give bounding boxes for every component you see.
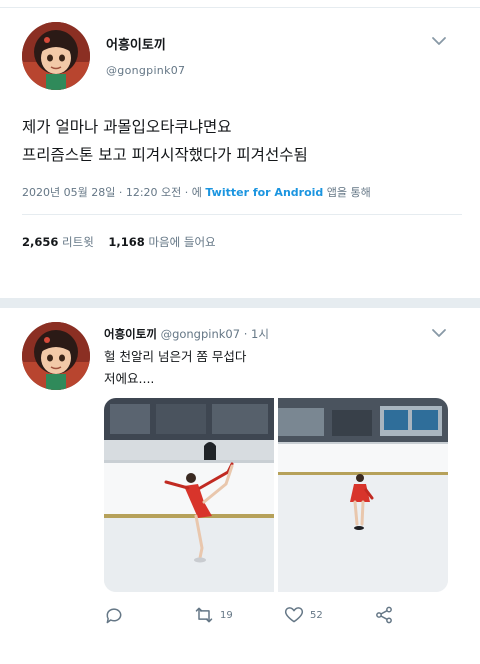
tweet-metadata: 2020년 05월 28일 · 12:20 오전 · 에 Twitter for… — [22, 184, 371, 200]
source-suffix: 앱을 통해 — [323, 186, 371, 199]
like-button[interactable]: 52 — [284, 604, 323, 626]
share-icon — [376, 606, 392, 624]
retweet-label: 리트윗 — [62, 235, 94, 249]
tweet-actions: 19 52 — [104, 604, 448, 628]
tweet-header: 어흥이토끼 @gongpink07 · 1시 — [104, 326, 269, 342]
avatar[interactable] — [22, 322, 90, 390]
tweet-text: 제가 얼마나 과몰입오타쿠냐면요 프리즘스톤 보고 피겨시작했다가 피겨선수됨 — [22, 113, 308, 169]
divider — [22, 214, 462, 215]
retweet-count: 2,656 — [22, 235, 59, 249]
display-name[interactable]: 어흥이토끼 — [106, 34, 166, 53]
tweet-text-line: 헐 천알리 넘은거 쫌 무섭다 — [104, 349, 247, 364]
tweet-text-line: 프리즘스톤 보고 피겨시작했다가 피겨선수됨 — [22, 146, 308, 164]
main-tweet: 어흥이토끼 @gongpink07 제가 얼마나 과몰입오타쿠냐면요 프리즘스톤… — [0, 8, 480, 298]
like-stat[interactable]: 1,168 마음에 들어요 — [108, 235, 215, 249]
reply-button[interactable] — [104, 604, 124, 626]
avatar[interactable] — [22, 22, 90, 90]
media-photo-1[interactable] — [104, 398, 274, 592]
handle-and-time[interactable]: @gongpink07 · 1시 — [161, 327, 269, 341]
tweet-text-line: 저에요.... — [104, 371, 155, 386]
user-handle[interactable]: @gongpink07 — [106, 64, 185, 77]
tweet-separator — [0, 298, 480, 308]
like-count: 52 — [310, 609, 323, 621]
like-label: 마음에 들어요 — [148, 235, 216, 249]
tweet-text: 헐 천알리 넘은거 쫌 무섭다 저에요.... — [104, 346, 246, 390]
retweet-button[interactable]: 19 — [194, 604, 233, 626]
reply-tweet: 어흥이토끼 @gongpink07 · 1시 헐 천알리 넘은거 쫌 무섭다 저… — [0, 308, 480, 664]
heart-icon — [284, 607, 304, 623]
tweet-text-line: 제가 얼마나 과몰입오타쿠냐면요 — [22, 118, 232, 136]
top-strip — [0, 0, 480, 8]
retweet-stat[interactable]: 2,656 리트윗 — [22, 235, 94, 249]
chevron-down-icon[interactable] — [430, 32, 448, 50]
tweet-timestamp[interactable]: 2020년 05월 28일 · 12:20 오전 · 에 — [22, 186, 205, 199]
display-name[interactable]: 어흥이토끼 — [104, 327, 157, 341]
reply-icon — [106, 608, 122, 624]
retweet-icon — [195, 607, 213, 623]
source-link[interactable]: Twitter for Android — [205, 186, 323, 199]
chevron-down-icon[interactable] — [430, 324, 448, 342]
engagement-stats: 2,656 리트윗 1,168 마음에 들어요 — [22, 234, 216, 250]
retweet-count: 19 — [220, 609, 233, 621]
share-button[interactable] — [374, 604, 394, 626]
like-count: 1,168 — [108, 235, 145, 249]
media-photo-2[interactable] — [278, 398, 448, 592]
